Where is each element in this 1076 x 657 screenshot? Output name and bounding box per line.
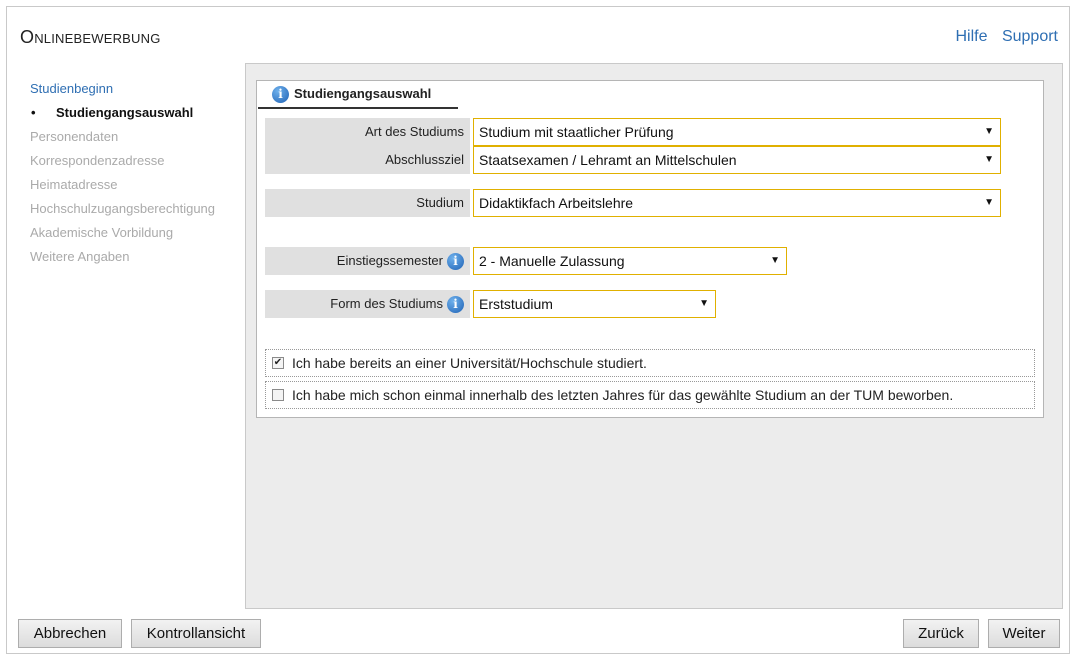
checkbox-unchecked[interactable] xyxy=(272,389,284,401)
review-button[interactable]: Kontrollansicht xyxy=(131,619,261,648)
art-des-studiums-select[interactable]: Studium mit staatlicher Prüfung ▼ xyxy=(473,118,1001,146)
app-title: Onlinebewerbung xyxy=(20,27,161,47)
top-links: Hilfe Support xyxy=(945,28,1058,46)
field-label: Studium xyxy=(265,189,470,217)
checkbox-row-previous-application[interactable]: Ich habe mich schon einmal innerhalb des… xyxy=(265,381,1035,409)
select-value: Didaktikfach Arbeitslehre xyxy=(479,195,634,211)
info-icon[interactable]: i xyxy=(447,252,464,270)
dropdown-arrow-icon: ▼ xyxy=(699,298,709,309)
nav-item-weitere-angaben: Weitere Angaben xyxy=(30,249,130,264)
select-value: Erststudium xyxy=(479,296,553,312)
step-navigation: Studienbeginn • Studiengangsauswahl Perso… xyxy=(30,77,240,269)
nav-item-hochschulzugangsberechtigung: Hochschulzugangsberechtigung xyxy=(30,201,216,216)
content-area: i Studiengangsauswahl Art des Studiums S… xyxy=(245,63,1063,609)
abschlussziel-select[interactable]: Staatsexamen / Lehramt an Mittelschulen … xyxy=(473,146,1001,174)
checkbox-label: Ich habe bereits an einer Universität/Ho… xyxy=(292,355,647,371)
field-label: Form des Studiums i xyxy=(265,290,470,318)
field-label: Einstiegssemester i xyxy=(265,247,470,275)
checkbox-checked[interactable]: ✔ xyxy=(272,357,284,369)
study-selection-panel: i Studiengangsauswahl Art des Studiums S… xyxy=(256,80,1044,418)
nav-item-label: Studiengangsauswahl xyxy=(56,105,194,120)
dropdown-arrow-icon: ▼ xyxy=(984,197,994,208)
nav-item-korrespondenzadresse: Korrespondenzadresse xyxy=(30,153,165,168)
studium-select[interactable]: Didaktikfach Arbeitslehre ▼ xyxy=(473,189,1001,217)
app-window: Onlinebewerbung Hilfe Support Studienbeg… xyxy=(6,6,1070,654)
nav-item-studienbeginn[interactable]: Studienbeginn xyxy=(30,77,240,101)
info-icon: i xyxy=(272,85,289,103)
next-button[interactable]: Weiter xyxy=(988,619,1060,648)
checkbox-row-previous-study[interactable]: ✔ Ich habe bereits an einer Universität/… xyxy=(265,349,1035,377)
einstiegssemester-select[interactable]: 2 - Manuelle Zulassung ▼ xyxy=(473,247,787,275)
field-label-text: Form des Studiums xyxy=(330,296,443,311)
nav-item-personendaten: Personendaten xyxy=(30,129,119,144)
nav-item-studiengangsauswahl: • Studiengangsauswahl xyxy=(30,101,240,125)
select-value: 2 - Manuelle Zulassung xyxy=(479,253,625,269)
form-des-studiums-select[interactable]: Erststudium ▼ xyxy=(473,290,716,318)
info-icon[interactable]: i xyxy=(447,295,464,313)
back-button[interactable]: Zurück xyxy=(903,619,979,648)
checkbox-label: Ich habe mich schon einmal innerhalb des… xyxy=(292,387,954,403)
select-value: Studium mit staatlicher Prüfung xyxy=(479,124,674,140)
tab-studiengangsauswahl[interactable]: i Studiengangsauswahl xyxy=(258,81,458,109)
cancel-button[interactable]: Abbrechen xyxy=(18,619,122,648)
dropdown-arrow-icon: ▼ xyxy=(770,255,780,266)
dropdown-arrow-icon: ▼ xyxy=(984,126,994,137)
support-link[interactable]: Support xyxy=(1002,28,1058,45)
help-link[interactable]: Hilfe xyxy=(955,28,987,45)
nav-item-heimatadresse: Heimatadresse xyxy=(30,177,118,192)
field-label: Abschlussziel xyxy=(265,146,470,174)
active-bullet: • xyxy=(31,105,36,120)
tab-label: Studiengangsauswahl xyxy=(294,86,432,101)
field-label: Art des Studiums xyxy=(265,118,470,146)
field-label-text: Einstiegssemester xyxy=(336,253,443,268)
dropdown-arrow-icon: ▼ xyxy=(984,154,994,165)
nav-item-akademische-vorbildung: Akademische Vorbildung xyxy=(30,225,174,240)
select-value: Staatsexamen / Lehramt an Mittelschulen xyxy=(479,152,737,168)
